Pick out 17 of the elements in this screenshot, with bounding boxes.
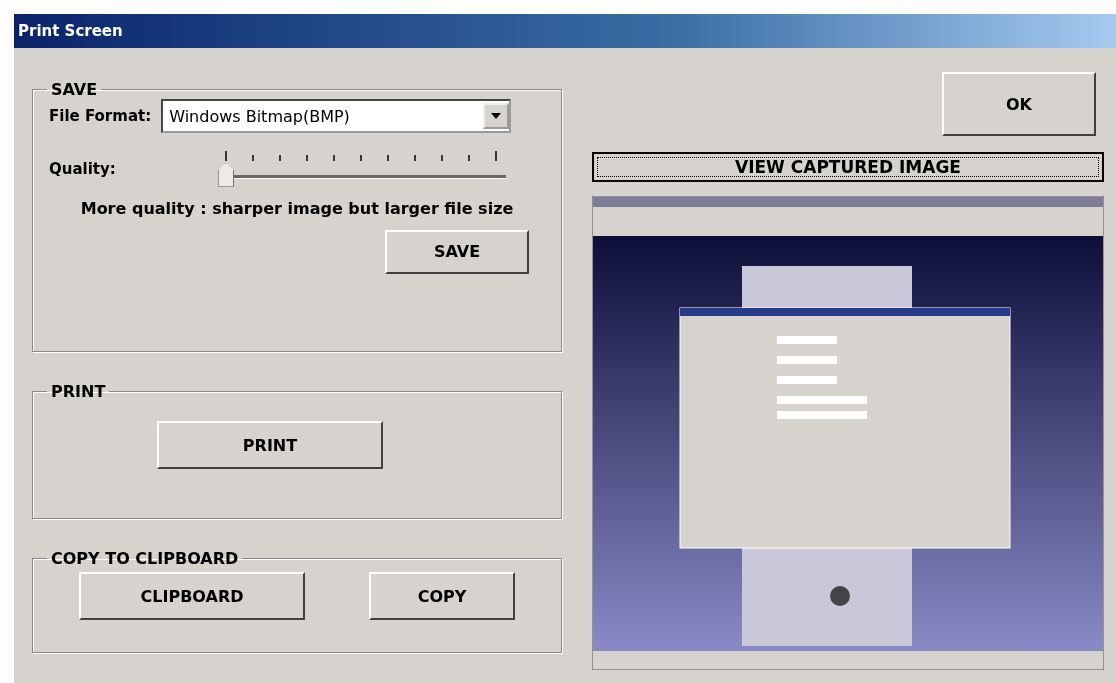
clipboard-button[interactable]: COPY: [369, 572, 515, 620]
clipboard-button[interactable]: CLIPBOARD: [79, 572, 305, 620]
quality-hint: More quality : sharper image but larger file size: [79, 199, 515, 220]
slider-ticks-icon: [223, 151, 500, 163]
ok-button[interactable]: OK: [942, 72, 1096, 136]
group-title: SAVE: [50, 80, 99, 99]
save-button[interactable]: SAVE: [385, 229, 529, 274]
view-captured-image-button[interactable]: VIEW CAPTURED IMAGE: [592, 152, 1104, 182]
print-button[interactable]: PRINT: [157, 421, 383, 469]
dropdown-arrow-icon: [491, 113, 502, 119]
group-title: PRINT: [50, 382, 107, 401]
file-format-label: File Format:: [49, 107, 152, 125]
file-format-dropdown[interactable]: Windows Bitmap(BMP): [161, 99, 512, 133]
group-title: COPY TO CLIPBOARD: [50, 549, 240, 568]
slider-thumb[interactable]: [217, 163, 234, 187]
window-title: Print Screen: [18, 22, 123, 40]
quality-label: Quality:: [49, 160, 116, 178]
